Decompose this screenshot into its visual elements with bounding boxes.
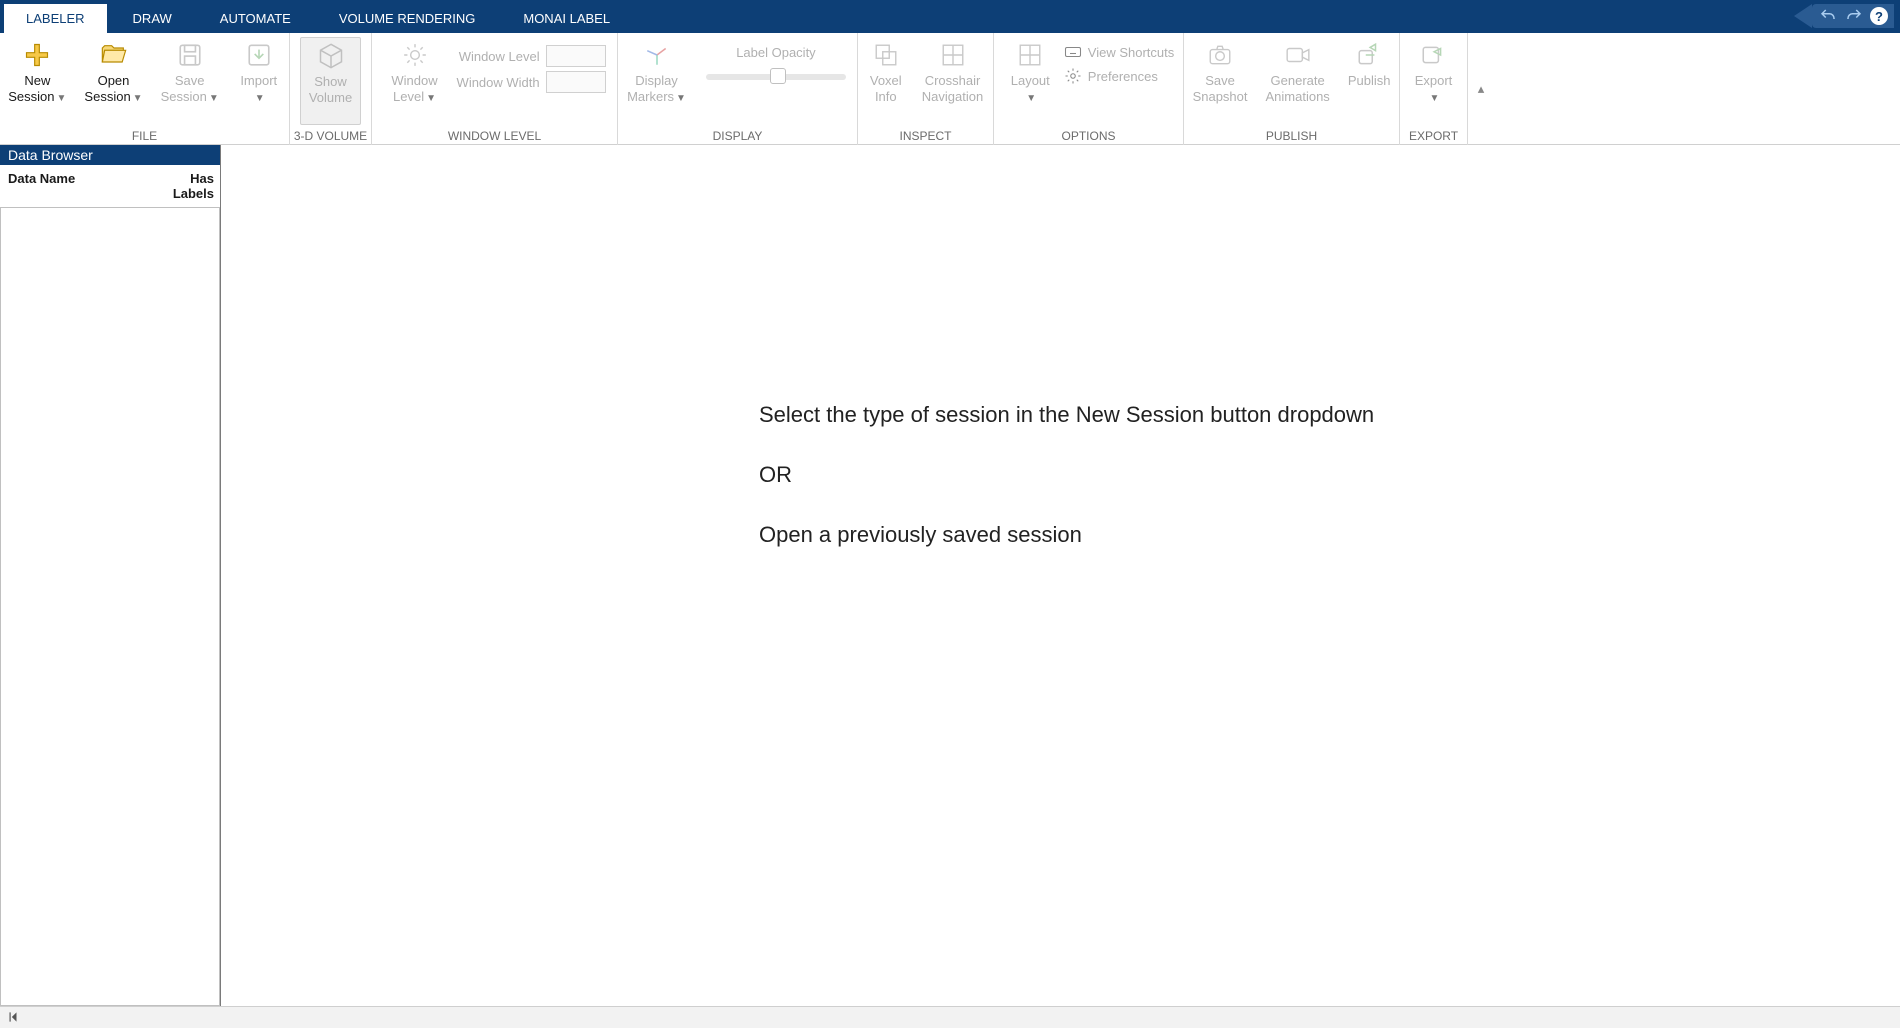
window-width-field-label: Window Width (448, 75, 540, 90)
show-volume-button: ShowVolume (300, 37, 361, 125)
placeholder-line3: Open a previously saved session (759, 515, 1374, 555)
export-icon (1419, 41, 1447, 69)
video-icon (1284, 41, 1312, 69)
data-browser-col-labels[interactable]: HasLabels (162, 165, 220, 207)
layout-label: Layout▼ (1011, 73, 1050, 107)
group-3d-volume: ShowVolume 3-D VOLUME (290, 33, 372, 145)
import-icon (245, 41, 273, 69)
undo-icon (1819, 7, 1837, 25)
camera-icon (1206, 41, 1234, 69)
share-icon (1355, 41, 1383, 69)
generate-animations-button: GenerateAnimations (1258, 37, 1338, 127)
label-opacity-label: Label Opacity (736, 45, 816, 60)
new-session-button[interactable]: NewSession▼ (0, 37, 74, 127)
placeholder-line1: Select the type of session in the New Se… (759, 395, 1374, 435)
label-opacity-slider (706, 74, 846, 80)
tab-draw[interactable]: DRAW (111, 4, 194, 33)
keyboard-icon (1064, 43, 1082, 61)
group-display-label: DISPLAY (618, 129, 857, 143)
crosshair-navigation-button: CrosshairNavigation (914, 37, 991, 127)
toolstrip-tabs: LABELER DRAW AUTOMATE VOLUME RENDERING M… (0, 0, 1900, 33)
group-options-label: OPTIONS (994, 129, 1183, 143)
group-file-label: FILE (0, 129, 289, 143)
window-level-input (546, 45, 606, 67)
new-session-label: NewSession▼ (8, 73, 66, 107)
crosshair-icon (939, 41, 967, 69)
crosshair-navigation-label: CrosshairNavigation (922, 73, 983, 105)
ribbon: NewSession▼ OpenSession▼ SaveSession▼ Im… (0, 33, 1900, 145)
main-canvas: Select the type of session in the New Se… (221, 145, 1900, 1006)
undo-button[interactable] (1818, 6, 1838, 26)
window-level-button: WindowLevel▼ (383, 37, 445, 127)
window-level-btn-label: WindowLevel▼ (391, 73, 437, 107)
voxel-info-button: VoxelInfo (860, 37, 912, 127)
folder-open-icon (100, 41, 128, 69)
voxel-info-icon (872, 41, 900, 69)
open-session-label: OpenSession▼ (84, 73, 142, 107)
placeholder-text: Select the type of session in the New Se… (759, 395, 1374, 575)
preferences-label: Preferences (1088, 69, 1158, 84)
group-display: DisplayMarkers▼ Label Opacity DISPLAY (618, 33, 858, 145)
window-width-input (546, 71, 606, 93)
layout-button: Layout▼ (1003, 37, 1058, 127)
save-snapshot-button: SaveSnapshot (1185, 37, 1256, 127)
view-shortcuts-label: View Shortcuts (1088, 45, 1174, 60)
generate-animations-label: GenerateAnimations (1266, 73, 1330, 105)
display-markers-label: DisplayMarkers▼ (627, 73, 686, 107)
data-browser-col-name[interactable]: Data Name (0, 165, 162, 207)
publish-label: Publish (1348, 73, 1391, 89)
data-browser-title: Data Browser (0, 145, 220, 165)
quick-access-toolbar: ? (1812, 4, 1894, 28)
group-window-level: WindowLevel▼ Window Level Window Width W… (372, 33, 618, 145)
view-shortcuts-button: View Shortcuts (1064, 43, 1174, 61)
tab-automate[interactable]: AUTOMATE (198, 4, 313, 33)
group-inspect-label: INSPECT (858, 129, 993, 143)
voxel-info-label: VoxelInfo (870, 73, 902, 105)
group-options: Layout▼ View Shortcuts Preferences OPTIO… (994, 33, 1184, 145)
save-session-label: SaveSession▼ (161, 73, 219, 107)
publish-button: Publish (1340, 37, 1399, 127)
save-session-button: SaveSession▼ (153, 37, 227, 127)
window-level-fields: Window Level Window Width (448, 37, 606, 127)
save-snapshot-label: SaveSnapshot (1193, 73, 1248, 105)
tab-monai-label[interactable]: MONAI LABEL (501, 4, 632, 33)
save-icon (176, 41, 204, 69)
tab-labeler[interactable]: LABELER (4, 4, 107, 33)
group-publish: SaveSnapshot GenerateAnimations Publish … (1184, 33, 1400, 145)
data-browser-panel: Data Browser Data Name HasLabels (0, 145, 221, 1006)
cube-icon (317, 42, 345, 70)
import-button: Import▼ (229, 37, 289, 127)
import-label: Import▼ (240, 73, 277, 107)
open-session-button[interactable]: OpenSession▼ (76, 37, 150, 127)
window-level-field-label: Window Level (448, 49, 540, 64)
gear-icon (1064, 67, 1082, 85)
data-browser-header: Data Name HasLabels (0, 165, 220, 208)
group-inspect: VoxelInfo CrosshairNavigation INSPECT (858, 33, 994, 145)
layout-icon (1016, 41, 1044, 69)
tab-volume-rendering[interactable]: VOLUME RENDERING (317, 4, 498, 33)
display-markers-button: DisplayMarkers▼ (619, 37, 694, 127)
help-button[interactable]: ? (1870, 7, 1888, 25)
brightness-icon (401, 41, 429, 69)
group-export-label: EXPORT (1400, 129, 1467, 143)
export-label: Export▼ (1415, 73, 1453, 107)
group-publish-label: PUBLISH (1184, 129, 1399, 143)
redo-icon (1845, 7, 1863, 25)
go-first-icon[interactable] (6, 1010, 22, 1026)
preferences-button: Preferences (1064, 67, 1174, 85)
ribbon-collapse-button[interactable]: ▴ (1472, 81, 1490, 97)
placeholder-line2: OR (759, 455, 1374, 495)
group-file: NewSession▼ OpenSession▼ SaveSession▼ Im… (0, 33, 290, 145)
export-button: Export▼ (1407, 37, 1461, 127)
plus-icon (23, 41, 51, 69)
group-3d-volume-label: 3-D VOLUME (290, 129, 371, 143)
data-browser-list (0, 208, 220, 1006)
redo-button[interactable] (1844, 6, 1864, 26)
slider-thumb-icon (770, 68, 786, 84)
group-export: Export▼ EXPORT (1400, 33, 1468, 145)
group-window-level-label: WINDOW LEVEL (372, 129, 617, 143)
axes-icon (643, 41, 671, 69)
status-bar (0, 1006, 1900, 1028)
show-volume-label: ShowVolume (309, 74, 352, 106)
